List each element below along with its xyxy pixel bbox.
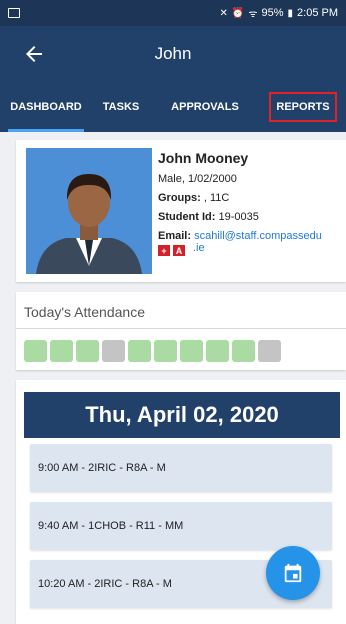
attendance-slot-present: [206, 340, 229, 362]
attendance-slot-present: [154, 340, 177, 362]
student-id-label: Student Id:: [158, 211, 216, 223]
groups-value: , 11C: [200, 192, 230, 204]
flag-badges: + A: [158, 245, 185, 256]
tab-reports[interactable]: REPORTS: [260, 82, 346, 132]
battery-percent: 95%: [261, 7, 284, 19]
email-link-continued[interactable]: .ie: [193, 242, 205, 254]
divider: [16, 328, 346, 329]
tab-dashboard-label: DASHBOARD: [10, 101, 82, 113]
student-name: John Mooney: [158, 150, 249, 166]
groups-row: Groups: , 11C: [158, 192, 344, 204]
tab-tasks-label: TASKS: [102, 101, 140, 113]
status-right: ✕ ⏰ ᯤ 95% ▮ 2:05 PM: [220, 6, 339, 20]
status-bar: ✕ ⏰ ᯤ 95% ▮ 2:05 PM: [0, 0, 346, 26]
groups-label: Groups:: [158, 192, 201, 204]
alarm-icon: ⏰: [231, 7, 245, 19]
schedule-slot[interactable]: 9:40 AM - 1CHOB - R11 - MM: [30, 502, 332, 550]
page-title: John: [154, 44, 192, 63]
status-time: 2:05 PM: [297, 7, 338, 19]
email-link[interactable]: scahill@staff.compassedu: [194, 230, 322, 242]
email-label: Email:: [158, 230, 192, 242]
attendance-slot-present: [24, 340, 47, 362]
calendar-fab-button[interactable]: [266, 546, 320, 600]
tab-approvals-label: APPROVALS: [171, 101, 239, 113]
email-row-2: + A .ie: [158, 242, 344, 256]
gallery-icon: [8, 8, 20, 18]
person-avatar-icon: [26, 148, 152, 274]
profile-info: John Mooney Male, 1/02/2000 Groups: , 11…: [158, 150, 344, 256]
tab-tasks[interactable]: TASKS: [92, 82, 150, 132]
calendar-icon: [284, 563, 302, 583]
attendance-slot-present: [232, 340, 255, 362]
alert-flag-icon: A: [173, 245, 185, 256]
attendance-slot-present: [180, 340, 203, 362]
email-row: Email: scahill@staff.compassedu: [158, 230, 344, 242]
tab-reports-label: REPORTS: [269, 92, 337, 122]
profile-card: John Mooney Male, 1/02/2000 Groups: , 11…: [16, 140, 346, 282]
attendance-slot-none: [102, 340, 125, 362]
app-bar: John: [0, 26, 346, 82]
attendance-title: Today's Attendance: [24, 304, 145, 320]
arrow-left-icon[interactable]: [22, 42, 46, 66]
attendance-slot-none: [258, 340, 281, 362]
student-id-row: Student Id: 19-0035: [158, 211, 344, 223]
tab-dashboard[interactable]: DASHBOARD: [0, 82, 92, 132]
avatar: [26, 148, 152, 274]
student-id-value: 19-0035: [215, 211, 259, 223]
gender-dob: Male, 1/02/2000: [158, 173, 237, 185]
attendance-slots: [24, 340, 281, 362]
tab-approvals[interactable]: APPROVALS: [150, 82, 260, 132]
mute-icon: ✕: [219, 7, 228, 19]
attendance-slot-present: [50, 340, 73, 362]
tab-bar: DASHBOARD TASKS APPROVALS REPORTS: [0, 82, 346, 132]
wifi-signal-icon: ᯤ: [248, 9, 258, 20]
attendance-slot-present: [76, 340, 99, 362]
attendance-card: Today's Attendance: [16, 292, 346, 370]
battery-icon: ▮: [287, 7, 294, 19]
attendance-slot-present: [128, 340, 151, 362]
schedule-date: Thu, April 02, 2020: [24, 392, 340, 438]
schedule-slot[interactable]: 9:00 AM - 2IRIC - R8A - M: [30, 444, 332, 492]
medical-flag-icon: +: [158, 245, 170, 256]
